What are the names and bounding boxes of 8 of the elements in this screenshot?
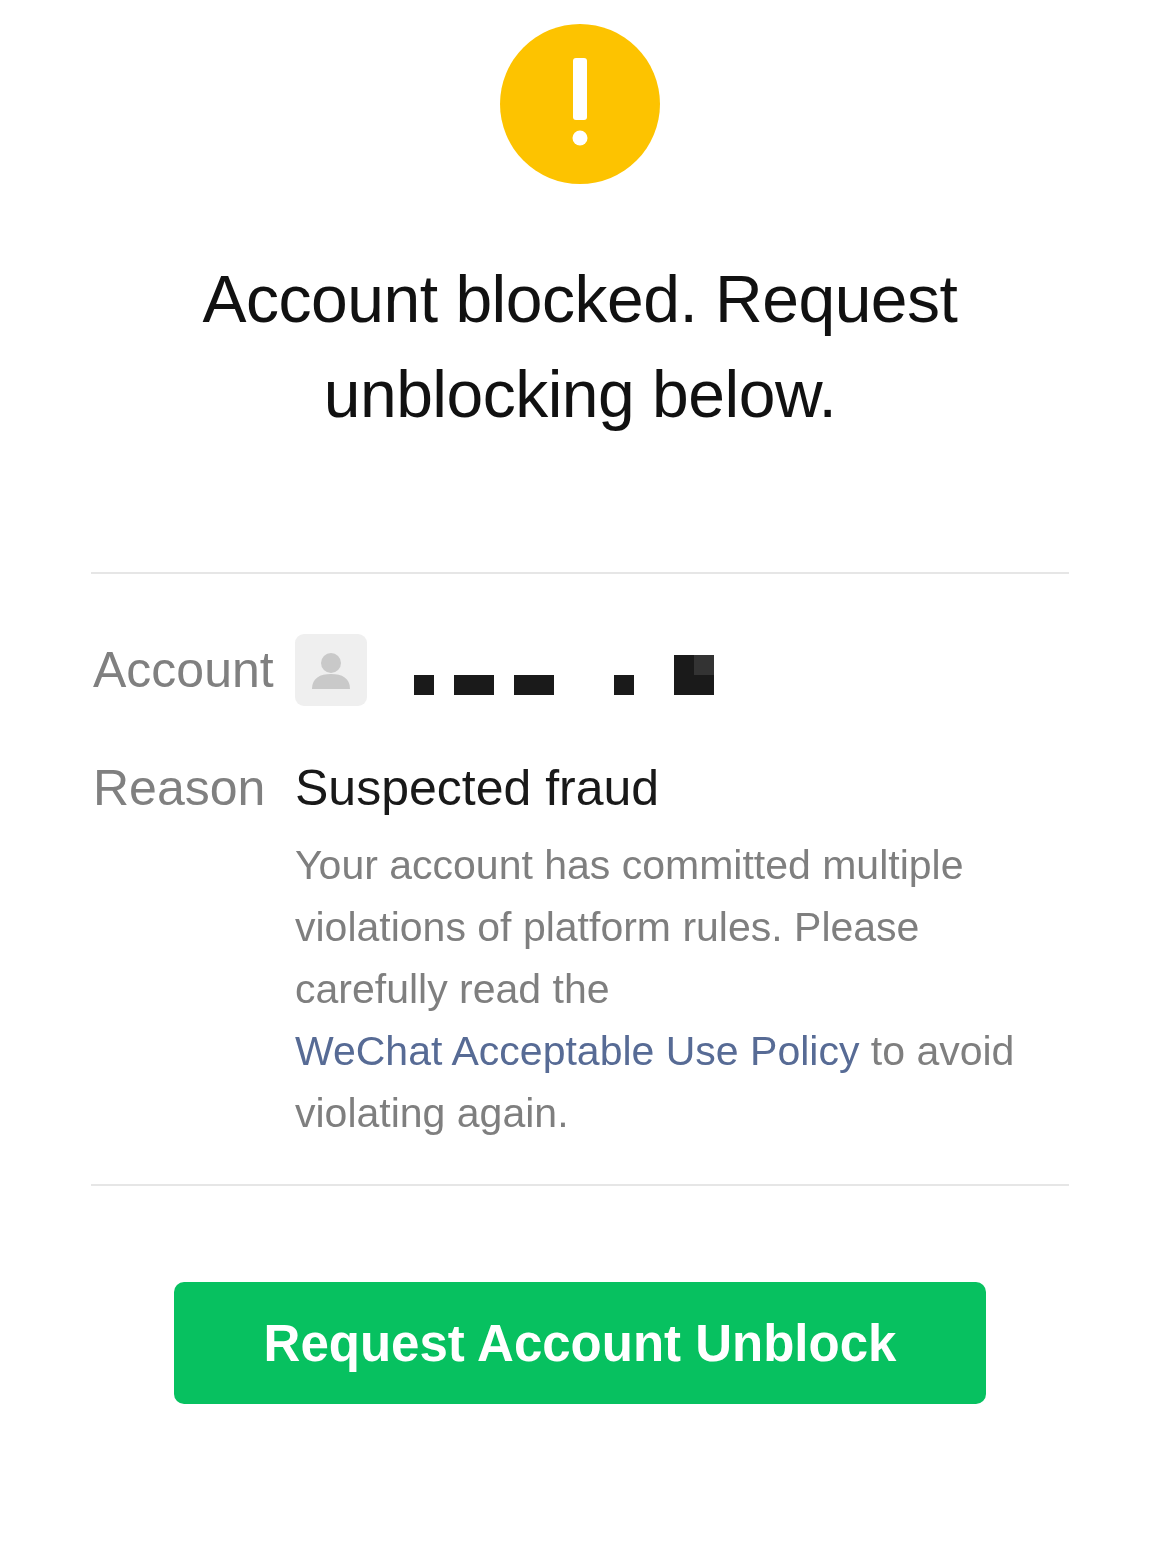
field-label: Reason [92, 759, 267, 818]
page-title: Account blocked. Request unblocking below. [201, 261, 959, 433]
avatar-icon [295, 634, 367, 706]
policy-link[interactable]: WeChat Acceptable Use Policy [295, 1028, 860, 1074]
reason-value: Suspected fraud [295, 759, 660, 818]
field-label: Account [92, 641, 275, 700]
warning-icon [500, 24, 660, 184]
reason-description: Your account has committed multiple violations of platform rules. Please carefully read the WeChat Acceptable Use Policy to avoid violating again. [295, 841, 1016, 1138]
